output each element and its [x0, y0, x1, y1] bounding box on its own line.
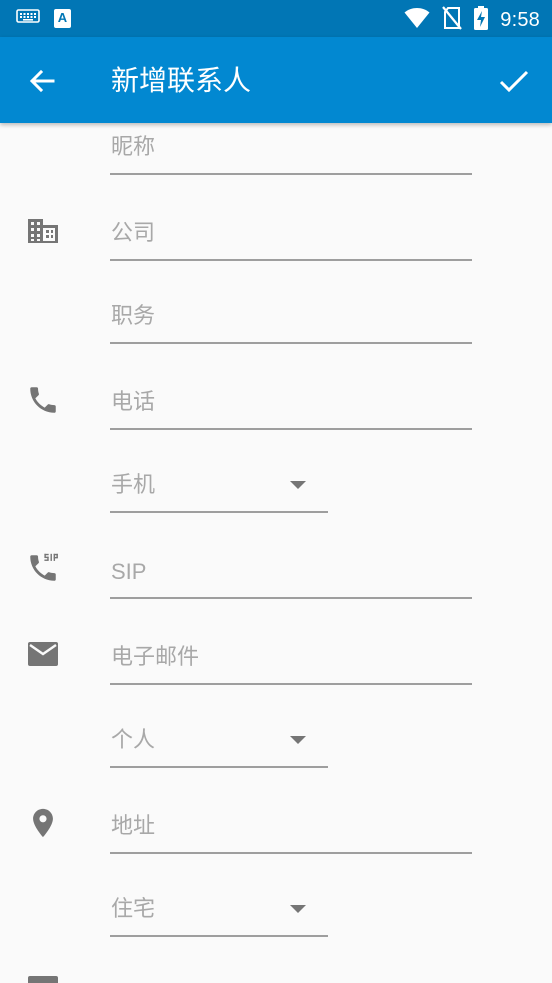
dropdown-arrow-icon [290, 481, 306, 489]
address-field[interactable]: 地址 [110, 804, 472, 854]
battery-charging-icon [474, 6, 489, 34]
next-field-icon [26, 974, 60, 983]
app-bar: 新增联系人 [0, 37, 552, 123]
phone-icon [26, 383, 60, 417]
sip-field[interactable]: SIP [110, 549, 472, 599]
phone-field[interactable]: 电话 [110, 380, 472, 430]
email-type-dropdown[interactable]: 个人 [110, 718, 328, 768]
email-icon [26, 637, 60, 671]
email-field[interactable]: 电子邮件 [110, 635, 472, 685]
check-icon[interactable] [496, 63, 532, 99]
dropdown-arrow-icon [290, 736, 306, 744]
page-title: 新增联系人 [111, 64, 252, 97]
contact-form: 昵称 公司 职务 电话 手机 SIP 电子邮件 个人 地址 住宅 [0, 123, 552, 983]
text-a-icon: A [54, 8, 71, 28]
address-type-dropdown[interactable]: 住宅 [110, 887, 328, 937]
arrow-back-icon[interactable] [24, 63, 60, 99]
status-bar: A 9:58 [0, 0, 552, 37]
no-sim-icon [442, 6, 463, 34]
dropdown-arrow-icon [290, 905, 306, 913]
wifi-icon [404, 7, 430, 33]
location-pin-icon [26, 806, 60, 840]
phone-type-dropdown[interactable]: 手机 [110, 463, 328, 513]
business-icon [26, 213, 60, 247]
clock: 9:58 [500, 8, 540, 31]
company-field[interactable]: 公司 [110, 211, 472, 261]
job-title-field[interactable]: 职务 [110, 294, 472, 344]
keyboard-icon [16, 8, 40, 28]
sip-call-icon [26, 551, 60, 585]
nickname-field[interactable]: 昵称 [110, 125, 472, 175]
